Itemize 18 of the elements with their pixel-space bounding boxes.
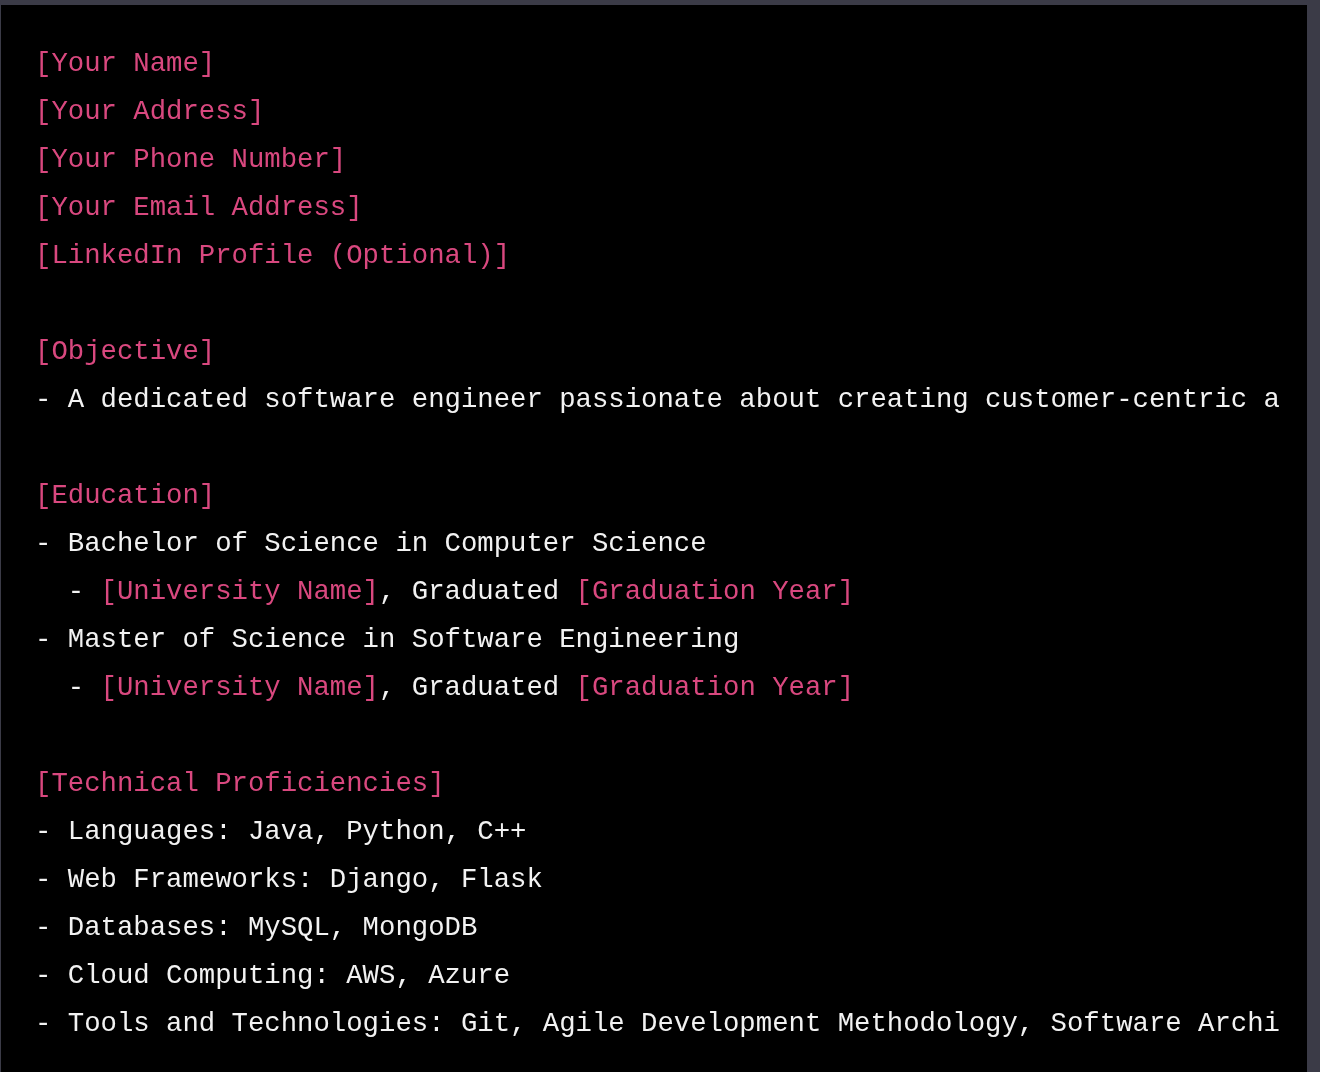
code-line: [Your Address]: [35, 95, 265, 129]
code-line: - Cloud Computing: AWS, Azure: [35, 959, 511, 993]
code-line: - Tools and Technologies: Git, Agile Development Methodology, Software Archi: [35, 1007, 1280, 1041]
code-line: - Databases: MySQL, MongoDB: [35, 911, 478, 945]
code-line: - A dedicated software engineer passionate about creating customer-centric a: [35, 383, 1280, 417]
code-line: [LinkedIn Profile (Optional)]: [35, 239, 511, 273]
code-line: - [University Name], Graduated [Graduation Year]: [66, 671, 855, 705]
code-line: - Languages: Java, Python, C++: [35, 815, 527, 849]
code-line: - Master of Science in Software Engineering: [35, 623, 740, 657]
code-line: - [University Name], Graduated [Graduation Year]: [66, 575, 855, 609]
code-line: [Education]: [35, 479, 216, 513]
code-line: [Your Name]: [35, 47, 216, 81]
code-line: [Objective]: [35, 335, 216, 369]
code-line: [Your Email Address]: [35, 191, 363, 225]
code-line: - Web Frameworks: Django, Flask: [35, 863, 543, 897]
code-line: - Bachelor of Science in Computer Science: [35, 527, 707, 561]
code-line: [Your Phone Number]: [35, 143, 347, 177]
code-line: [Technical Proficiencies]: [35, 767, 445, 801]
